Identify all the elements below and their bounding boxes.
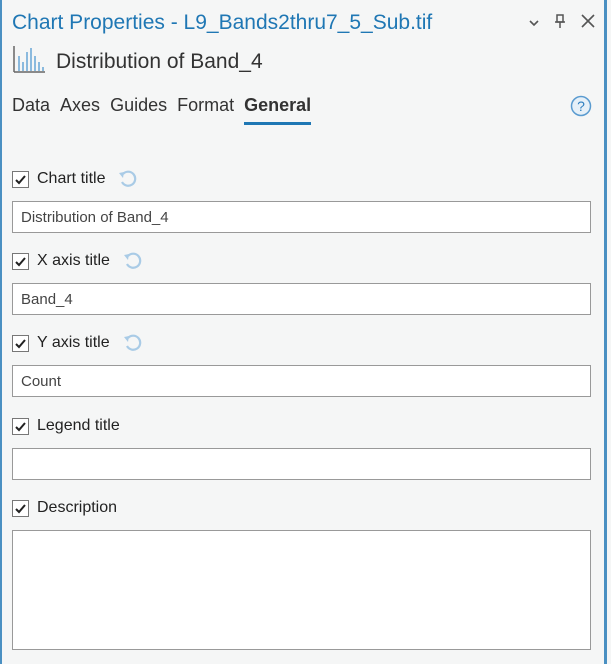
tab-bar: Data Axes Guides Format General	[12, 95, 321, 125]
checkmark-icon	[15, 503, 26, 513]
chart-header: Distribution of Band_4	[12, 44, 263, 79]
x-axis-title-input[interactable]	[12, 283, 591, 315]
tab-format[interactable]: Format	[177, 95, 234, 125]
reset-icon[interactable]	[122, 332, 144, 354]
y-axis-title-input[interactable]	[12, 365, 591, 397]
chevron-down-icon[interactable]	[528, 12, 540, 34]
chart-name: Distribution of Band_4	[56, 49, 263, 73]
pin-icon[interactable]	[554, 12, 566, 34]
tab-guides[interactable]: Guides	[110, 95, 167, 125]
checkmark-icon	[15, 256, 26, 266]
y-axis-title-checkbox[interactable]	[12, 334, 29, 352]
y-axis-title-label: Y axis title	[37, 334, 110, 351]
description-checkbox[interactable]	[12, 499, 29, 517]
svg-text:?: ?	[577, 98, 585, 114]
description-label: Description	[37, 499, 118, 516]
description-section: Description	[12, 496, 591, 655]
tab-axes[interactable]: Axes	[60, 95, 100, 125]
checkmark-icon	[15, 421, 26, 431]
x-axis-title-checkbox[interactable]	[12, 252, 29, 270]
y-axis-title-section: Y axis title	[12, 331, 591, 397]
checkmark-icon	[15, 174, 26, 184]
title-bar: Chart Properties - L9_Bands2thru7_5_Sub.…	[12, 8, 604, 38]
help-icon[interactable]: ?	[570, 95, 592, 117]
reset-icon[interactable]	[122, 250, 144, 272]
description-textarea[interactable]	[12, 530, 591, 650]
close-icon[interactable]	[580, 12, 596, 34]
reset-icon[interactable]	[117, 168, 139, 190]
chart-title-section: Chart title	[12, 167, 591, 233]
legend-title-section: Legend title	[12, 414, 591, 480]
chart-title-input[interactable]	[12, 201, 591, 233]
legend-title-input[interactable]	[12, 448, 591, 480]
chart-title-checkbox[interactable]	[12, 170, 29, 188]
pane-title: Chart Properties - L9_Bands2thru7_5_Sub.…	[12, 11, 433, 34]
histogram-icon	[12, 44, 46, 79]
tab-general[interactable]: General	[244, 95, 312, 125]
x-axis-title-section: X axis title	[12, 249, 591, 315]
legend-title-checkbox[interactable]	[12, 417, 29, 435]
tab-data[interactable]: Data	[12, 95, 50, 125]
legend-title-label: Legend title	[37, 417, 120, 434]
x-axis-title-label: X axis title	[37, 252, 110, 269]
chart-properties-pane: Chart Properties - L9_Bands2thru7_5_Sub.…	[0, 0, 607, 664]
chart-title-label: Chart title	[37, 170, 106, 187]
checkmark-icon	[15, 338, 26, 348]
